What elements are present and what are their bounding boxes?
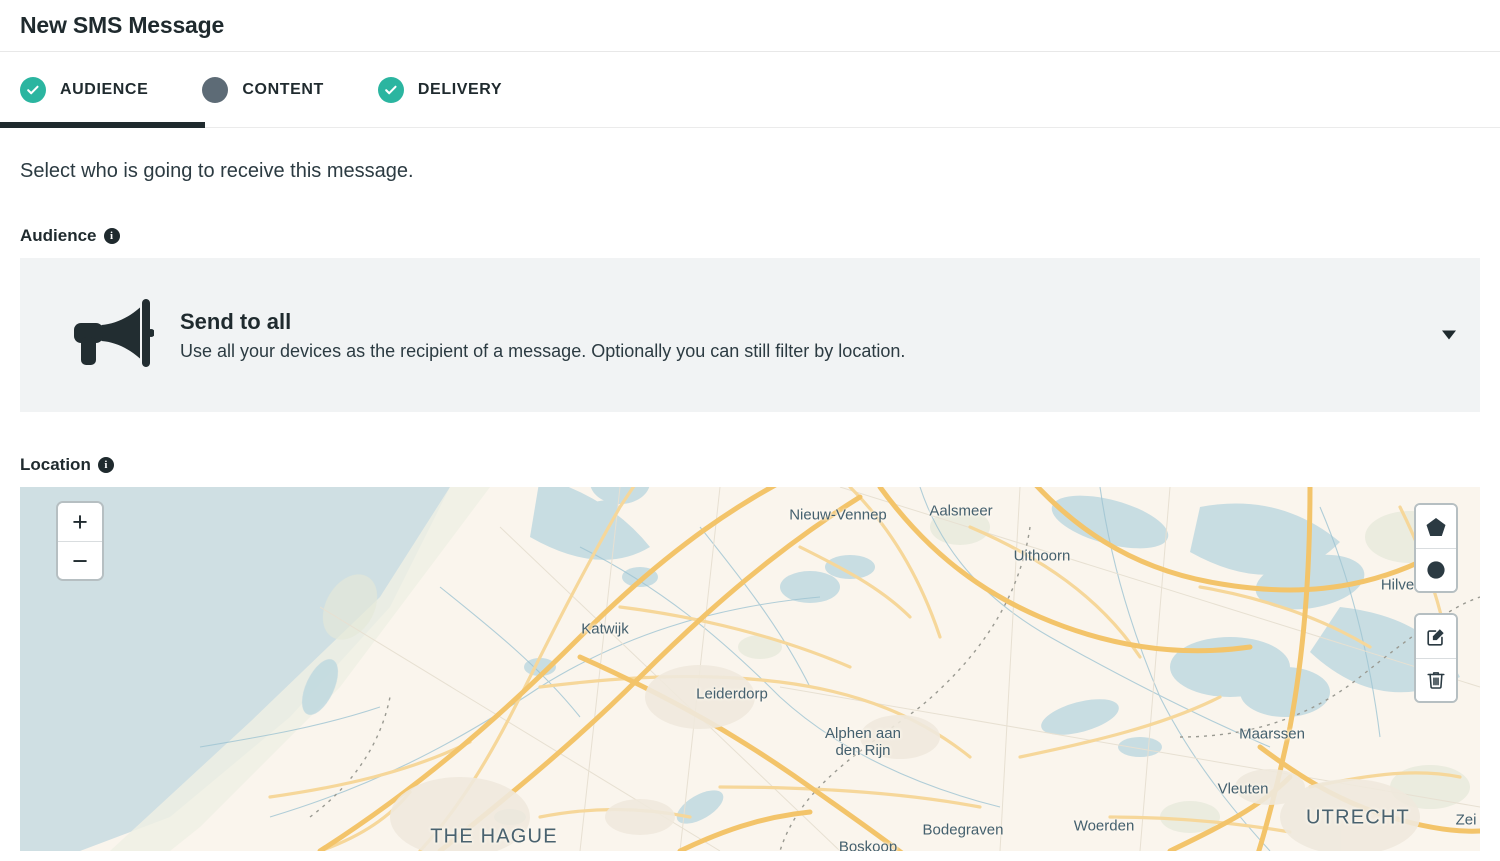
- pentagon-icon: [1426, 517, 1446, 536]
- draw-circle-tool[interactable]: [1416, 548, 1456, 591]
- chevron-down-icon[interactable]: [1442, 330, 1456, 340]
- tab-audience-label: AUDIENCE: [60, 80, 149, 98]
- location-map[interactable]: Nieuw-Vennep Aalsmeer Uithoorn Hilver Katwij…: [20, 487, 1480, 851]
- tab-delivery-label: DELIVERY: [417, 80, 503, 98]
- check-icon: [377, 76, 404, 103]
- edit-shape-tool[interactable]: [1416, 615, 1456, 658]
- delete-shape-tool[interactable]: [1416, 658, 1456, 701]
- info-icon[interactable]: i: [103, 228, 120, 244]
- audience-select[interactable]: Send to all Use all your devices as the …: [20, 258, 1480, 412]
- edit-pencil-icon: [1427, 628, 1444, 646]
- main-content: Select who is going to receive this mess…: [0, 160, 1500, 475]
- location-label-row: Location i: [20, 455, 1480, 475]
- info-icon[interactable]: i: [97, 457, 114, 473]
- tab-content-label: CONTENT: [242, 80, 324, 98]
- megaphone-icon: [68, 297, 155, 374]
- zoom-out-button[interactable]: −: [58, 541, 102, 579]
- circle-icon: [202, 76, 229, 103]
- intro-text: Select who is going to receive this mess…: [20, 160, 414, 182]
- tab-content[interactable]: CONTENT: [202, 52, 324, 127]
- tab-delivery[interactable]: DELIVERY: [377, 52, 503, 127]
- circle-icon: [1427, 561, 1445, 579]
- app-header: New SMS Message: [0, 0, 1500, 52]
- wizard-steps: AUDIENCE CONTENT DELIVERY: [0, 52, 1500, 128]
- map-draw-toolbar[interactable]: [1414, 503, 1458, 593]
- check-icon: [20, 76, 46, 103]
- active-tab-indicator: [0, 122, 205, 128]
- map-edit-toolbar[interactable]: [1414, 613, 1458, 703]
- trash-icon: [1427, 672, 1445, 689]
- page-title: New SMS Message: [20, 12, 225, 38]
- zoom-in-button[interactable]: +: [58, 503, 102, 541]
- audience-option-description: Use all your devices as the recipient of…: [180, 340, 906, 361]
- draw-polygon-tool[interactable]: [1416, 505, 1456, 548]
- map-canvas[interactable]: [20, 487, 1480, 851]
- audience-label: Audience: [20, 226, 97, 245]
- audience-label-row: Audience i: [20, 226, 1480, 246]
- location-label: Location: [20, 455, 91, 474]
- audience-option-title: Send to all: [180, 308, 292, 334]
- tab-audience[interactable]: AUDIENCE: [20, 52, 148, 127]
- map-zoom-controls[interactable]: + −: [56, 501, 104, 581]
- audience-selected-text: Send to all Use all your devices as the …: [180, 309, 905, 362]
